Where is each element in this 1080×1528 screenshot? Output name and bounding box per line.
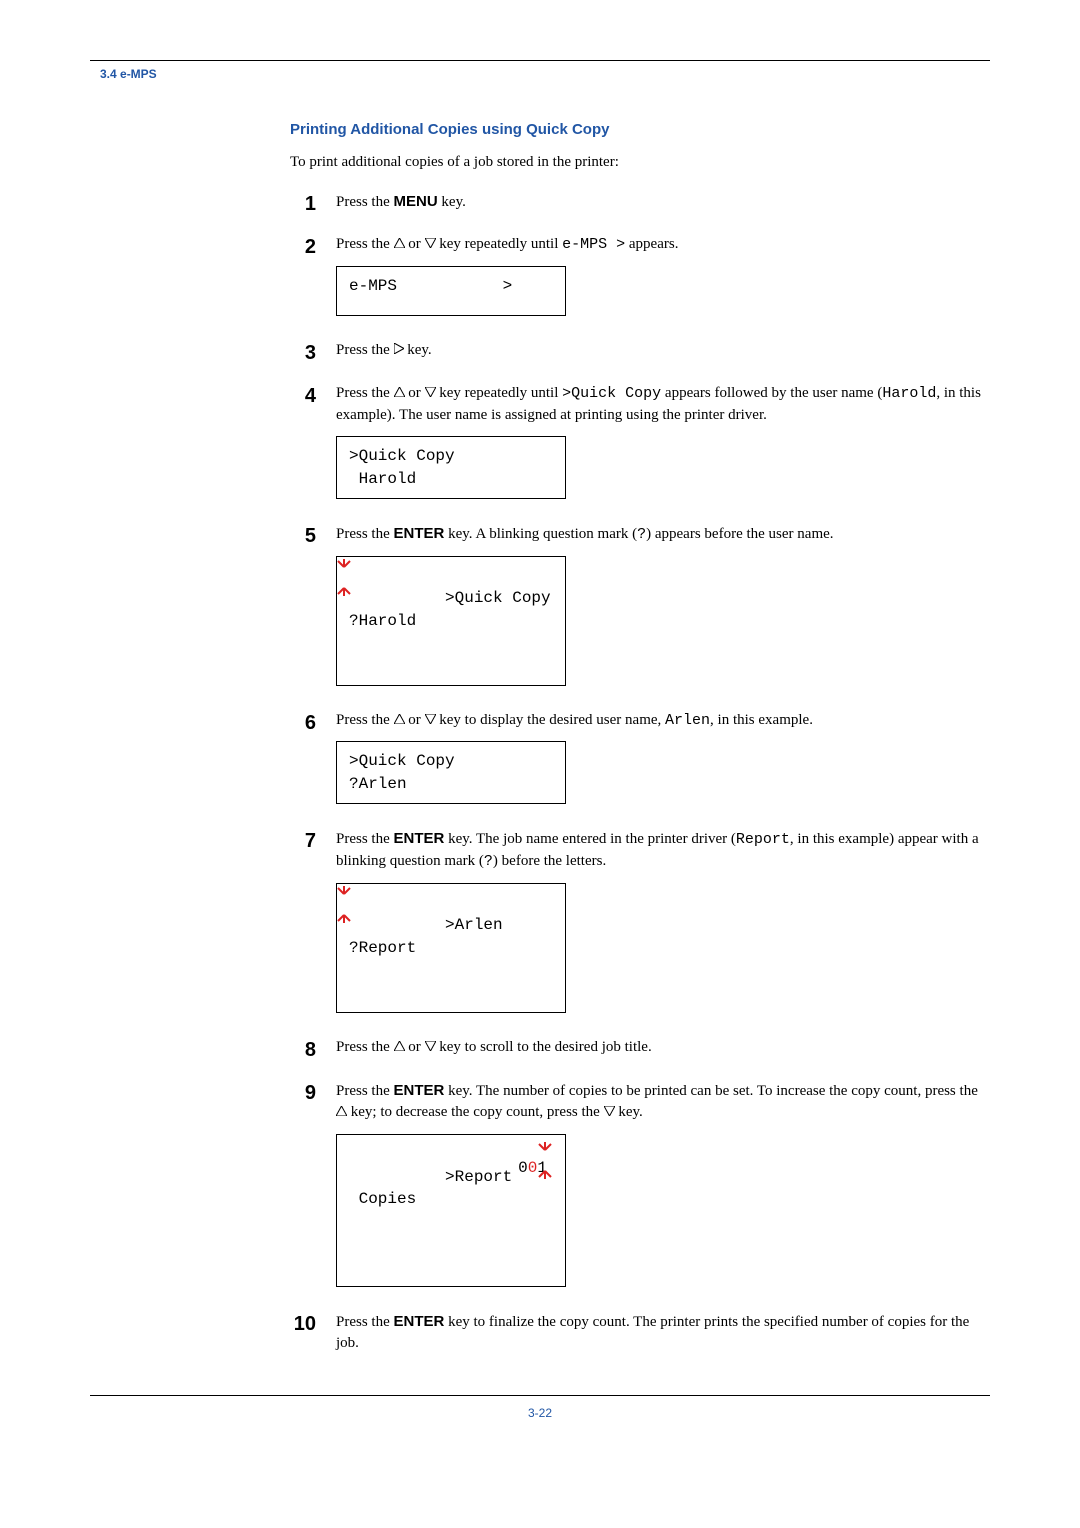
- blink-mark-icon: [533, 1139, 559, 1183]
- enter-key-label: ENTER: [394, 830, 445, 847]
- step-number: 1: [290, 191, 316, 216]
- step-2: 2 Press the or key repeatedly until e-MP…: [290, 234, 990, 322]
- step-number: 2: [290, 234, 316, 259]
- step-number: 9: [290, 1080, 316, 1105]
- code-text: ?: [637, 526, 646, 543]
- blink-mark-icon: [335, 883, 355, 927]
- display-panel: e-MPS >: [336, 266, 566, 316]
- step-number: 6: [290, 710, 316, 735]
- enter-key-label: ENTER: [394, 525, 445, 542]
- display-text: >Report Copies: [349, 1168, 512, 1208]
- section-header: 3.4 e-MPS: [90, 67, 990, 81]
- step-text: key; to decrease the copy count, press t…: [347, 1104, 604, 1120]
- step-text: Press the: [336, 1039, 394, 1055]
- blink-mark-icon: [335, 556, 355, 600]
- step-number: 4: [290, 383, 316, 408]
- step-text: key.: [404, 342, 432, 358]
- step-8: 8 Press the or key to scroll to the desi…: [290, 1037, 990, 1062]
- step-text: key.: [615, 1104, 643, 1120]
- triangle-up-icon: [394, 238, 405, 248]
- triangle-down-icon: [425, 1041, 436, 1051]
- code-text: ?: [484, 853, 493, 870]
- triangle-down-icon: [604, 1106, 615, 1116]
- display-panel: >Report Copies 001: [336, 1134, 566, 1286]
- step-5: 5 Press the ENTER key. A blinking questi…: [290, 523, 990, 692]
- step-text: ) appears before the user name.: [646, 526, 833, 542]
- step-text: ) before the letters.: [493, 853, 606, 869]
- triangle-up-icon: [394, 714, 405, 724]
- step-number: 7: [290, 828, 316, 853]
- step-text: key to scroll to the desired job title.: [436, 1039, 652, 1055]
- menu-key-label: MENU: [394, 193, 438, 210]
- step-text: or: [405, 712, 425, 728]
- step-text: Press the: [336, 712, 394, 728]
- step-number: 10: [290, 1311, 316, 1336]
- step-text: Press the: [336, 1314, 394, 1330]
- step-number: 8: [290, 1037, 316, 1062]
- step-text: appears followed by the user name (: [661, 385, 882, 401]
- step-4: 4 Press the or key repeatedly until >Qui…: [290, 383, 990, 505]
- step-6: 6 Press the or key to display the desire…: [290, 710, 990, 811]
- step-7: 7 Press the ENTER key. The job name ente…: [290, 828, 990, 1018]
- display-panel: >Quick Copy ?Arlen: [336, 741, 566, 804]
- code-text: Arlen: [665, 712, 710, 729]
- step-text: Press the: [336, 342, 394, 358]
- step-3: 3 Press the key.: [290, 340, 990, 365]
- step-text: key. The number of copies to be printed …: [444, 1083, 978, 1099]
- subsection-title: Printing Additional Copies using Quick C…: [290, 121, 990, 138]
- display-panel: >Quick Copy ?Harold: [336, 556, 566, 686]
- step-text: key. A blinking question mark (: [444, 526, 637, 542]
- triangle-up-icon: [336, 1106, 347, 1116]
- enter-key-label: ENTER: [394, 1313, 445, 1330]
- code-text: Report: [736, 831, 790, 848]
- display-text: >Quick Copy ?Harold: [349, 589, 551, 629]
- step-text: key repeatedly until: [436, 236, 563, 252]
- code-text: e-MPS >: [562, 236, 625, 253]
- step-number: 5: [290, 523, 316, 548]
- triangle-up-icon: [394, 387, 405, 397]
- intro-text: To print additional copies of a job stor…: [290, 154, 990, 171]
- step-text: Press the: [336, 526, 394, 542]
- step-text: key.: [438, 194, 466, 210]
- step-text: key. The job name entered in the printer…: [444, 831, 736, 847]
- step-10: 10 Press the ENTER key to finalize the c…: [290, 1311, 990, 1356]
- triangle-down-icon: [425, 238, 436, 248]
- step-text: or: [405, 236, 425, 252]
- triangle-down-icon: [425, 714, 436, 724]
- display-panel: >Quick Copy Harold: [336, 436, 566, 499]
- enter-key-label: ENTER: [394, 1082, 445, 1099]
- step-text: key to display the desired user name,: [436, 712, 666, 728]
- triangle-right-icon: [394, 343, 404, 354]
- display-text: >Arlen ?Report: [349, 916, 503, 956]
- triangle-down-icon: [425, 387, 436, 397]
- step-text: Press the: [336, 1083, 394, 1099]
- step-number: 3: [290, 340, 316, 365]
- display-panel: >Arlen ?Report: [336, 883, 566, 1013]
- step-text: Press the: [336, 236, 394, 252]
- code-text: Harold: [882, 385, 936, 402]
- step-text: Press the: [336, 831, 394, 847]
- triangle-up-icon: [394, 1041, 405, 1051]
- code-text: >Quick Copy: [562, 385, 661, 402]
- step-text: Press the: [336, 385, 394, 401]
- page-number: 3-22: [90, 1406, 990, 1420]
- step-text: or: [405, 385, 425, 401]
- step-1: 1 Press the MENU key.: [290, 191, 990, 216]
- step-text: Press the: [336, 194, 394, 210]
- step-text: appears.: [625, 236, 678, 252]
- step-text: , in this example.: [710, 712, 813, 728]
- step-9: 9 Press the ENTER key. The number of cop…: [290, 1080, 990, 1293]
- step-text: key repeatedly until: [436, 385, 563, 401]
- step-text: or: [405, 1039, 425, 1055]
